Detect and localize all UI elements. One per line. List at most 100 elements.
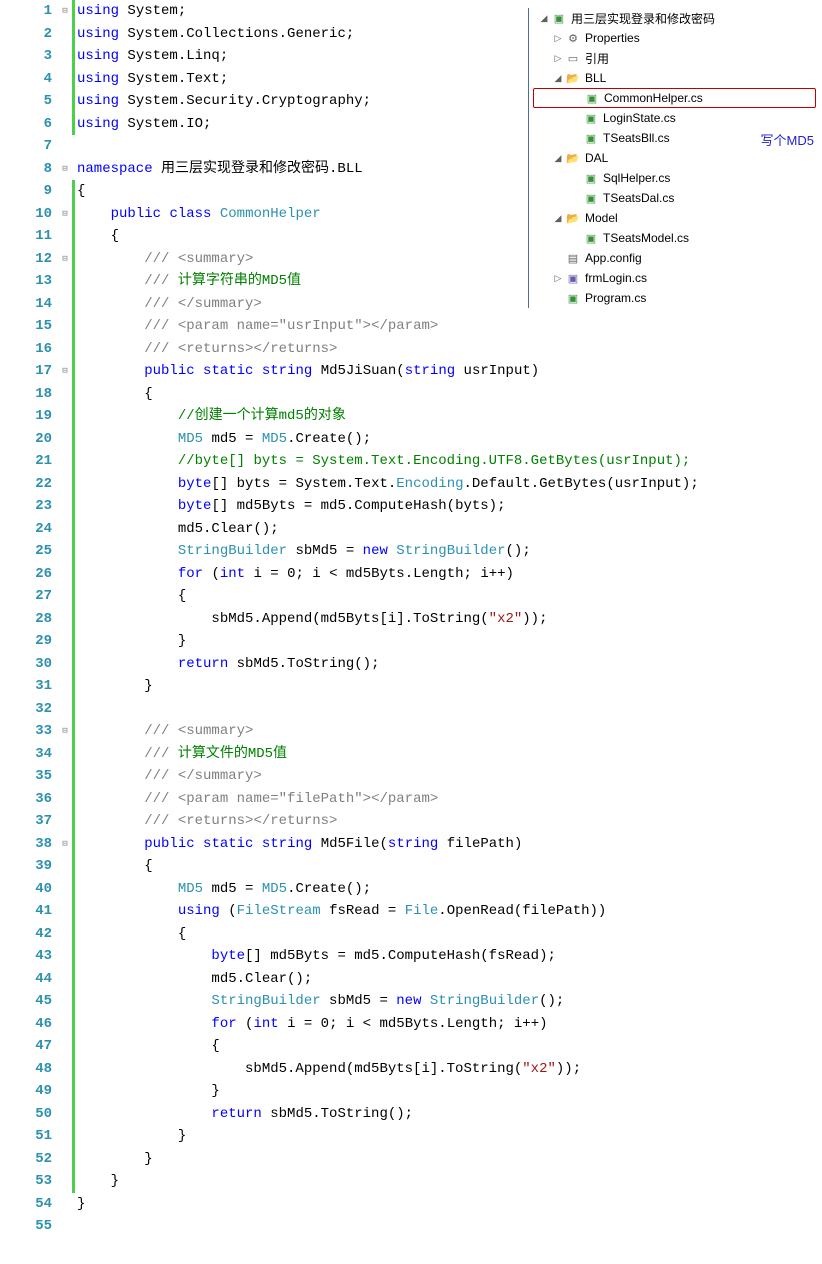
code-line[interactable]: 38⊟ public static string Md5File(string … [0, 833, 822, 856]
tree-folder-dal[interactable]: ◢ 📂 DAL [533, 148, 816, 168]
code-text[interactable]: using System.Text; [75, 68, 228, 91]
code-text[interactable]: StringBuilder sbMd5 = new StringBuilder(… [75, 540, 531, 563]
code-text[interactable]: for (int i = 0; i < md5Byts.Length; i++) [75, 1013, 548, 1036]
code-text[interactable]: public static string Md5File(string file… [75, 833, 522, 856]
code-text[interactable]: using System.Linq; [75, 45, 228, 68]
code-line[interactable]: 36 /// <param name="filePath"></param> [0, 788, 822, 811]
code-line[interactable]: 33⊟ /// <summary> [0, 720, 822, 743]
code-text[interactable]: } [75, 630, 186, 653]
code-text[interactable]: { [75, 855, 153, 878]
tree-file-commonhelper[interactable]: ▷ ▣ CommonHelper.cs [533, 88, 816, 108]
code-text[interactable]: using System.Collections.Generic; [75, 23, 354, 46]
chevron-down-icon[interactable]: ◢ [551, 153, 565, 164]
code-line[interactable]: 15 /// <param name="usrInput"></param> [0, 315, 822, 338]
code-text[interactable]: { [75, 1035, 220, 1058]
code-line[interactable]: 31 } [0, 675, 822, 698]
chevron-right-icon[interactable]: ▷ [551, 273, 565, 284]
code-text[interactable]: for (int i = 0; i < md5Byts.Length; i++) [75, 563, 514, 586]
code-line[interactable]: 26 for (int i = 0; i < md5Byts.Length; i… [0, 563, 822, 586]
tree-folder-bll[interactable]: ◢ 📂 BLL [533, 68, 816, 88]
code-text[interactable]: /// <returns></returns> [75, 338, 337, 361]
tree-file-program[interactable]: ▷ ▣ Program.cs [533, 288, 816, 308]
code-line[interactable]: 17⊟ public static string Md5JiSuan(strin… [0, 360, 822, 383]
fold-gutter[interactable]: ⊟ [58, 203, 72, 226]
tree-file-appconfig[interactable]: ▷ ▤ App.config [533, 248, 816, 268]
code-text[interactable]: byte[] md5Byts = md5.ComputeHash(fsRead)… [75, 945, 556, 968]
code-text[interactable]: } [75, 675, 153, 698]
fold-gutter[interactable]: ⊟ [58, 833, 72, 856]
chevron-down-icon[interactable]: ◢ [551, 213, 565, 224]
code-line[interactable]: 42 { [0, 923, 822, 946]
tree-file-sqlhelper[interactable]: ▷ ▣ SqlHelper.cs [533, 168, 816, 188]
code-line[interactable]: 32 [0, 698, 822, 721]
chevron-down-icon[interactable]: ◢ [537, 13, 551, 24]
code-text[interactable]: StringBuilder sbMd5 = new StringBuilder(… [75, 990, 564, 1013]
code-line[interactable]: 54} [0, 1193, 822, 1216]
code-text[interactable]: } [75, 1148, 153, 1171]
code-line[interactable]: 51 } [0, 1125, 822, 1148]
code-line[interactable]: 34 /// 计算文件的MD5值 [0, 743, 822, 766]
code-line[interactable]: 49 } [0, 1080, 822, 1103]
code-text[interactable]: //byte[] byts = System.Text.Encoding.UTF… [75, 450, 690, 473]
code-text[interactable]: using (FileStream fsRead = File.OpenRead… [75, 900, 606, 923]
code-text[interactable]: byte[] byts = System.Text.Encoding.Defau… [75, 473, 699, 496]
fold-gutter[interactable]: ⊟ [58, 0, 72, 23]
code-text[interactable]: return sbMd5.ToString(); [75, 653, 379, 676]
code-text[interactable]: /// </summary> [75, 293, 262, 316]
code-line[interactable]: 16 /// <returns></returns> [0, 338, 822, 361]
code-line[interactable]: 39 { [0, 855, 822, 878]
tree-file-tseatsmodel[interactable]: ▷ ▣ TSeatsModel.cs [533, 228, 816, 248]
code-text[interactable]: /// 计算文件的MD5值 [75, 743, 287, 766]
code-text[interactable]: namespace 用三层实现登录和修改密码.BLL [75, 158, 363, 181]
code-text[interactable]: public class CommonHelper [75, 203, 321, 226]
code-text[interactable]: /// <param name="usrInput"></param> [75, 315, 438, 338]
code-text[interactable]: /// </summary> [75, 765, 262, 788]
code-line[interactable]: 35 /// </summary> [0, 765, 822, 788]
code-line[interactable]: 45 StringBuilder sbMd5 = new StringBuild… [0, 990, 822, 1013]
code-text[interactable]: byte[] md5Byts = md5.ComputeHash(byts); [75, 495, 506, 518]
code-line[interactable]: 44 md5.Clear(); [0, 968, 822, 991]
code-text[interactable]: //创建一个计算md5的对象 [75, 405, 346, 428]
code-text[interactable]: using System.Security.Cryptography; [75, 90, 371, 113]
code-line[interactable]: 27 { [0, 585, 822, 608]
code-line[interactable]: 24 md5.Clear(); [0, 518, 822, 541]
tree-folder-model[interactable]: ◢ 📂 Model [533, 208, 816, 228]
code-text[interactable]: } [75, 1080, 220, 1103]
code-line[interactable]: 20 MD5 md5 = MD5.Create(); [0, 428, 822, 451]
fold-gutter[interactable]: ⊟ [58, 720, 72, 743]
code-line[interactable]: 23 byte[] md5Byts = md5.ComputeHash(byts… [0, 495, 822, 518]
code-line[interactable]: 28 sbMd5.Append(md5Byts[i].ToString("x2"… [0, 608, 822, 631]
code-text[interactable]: { [75, 383, 153, 406]
code-text[interactable]: MD5 md5 = MD5.Create(); [75, 428, 371, 451]
tree-project[interactable]: ◢ ▣ 用三层实现登录和修改密码 [533, 8, 816, 28]
tree-properties[interactable]: ▷ ⚙ Properties [533, 28, 816, 48]
code-text[interactable]: sbMd5.Append(md5Byts[i].ToString("x2")); [75, 1058, 581, 1081]
code-text[interactable]: public static string Md5JiSuan(string us… [75, 360, 539, 383]
code-line[interactable]: 50 return sbMd5.ToString(); [0, 1103, 822, 1126]
code-line[interactable]: 21 //byte[] byts = System.Text.Encoding.… [0, 450, 822, 473]
code-text[interactable]: } [75, 1125, 186, 1148]
code-text[interactable]: MD5 md5 = MD5.Create(); [75, 878, 371, 901]
code-text[interactable]: sbMd5.Append(md5Byts[i].ToString("x2")); [75, 608, 548, 631]
code-text[interactable]: md5.Clear(); [75, 968, 312, 991]
code-line[interactable]: 25 StringBuilder sbMd5 = new StringBuild… [0, 540, 822, 563]
chevron-right-icon[interactable]: ▷ [551, 53, 565, 64]
code-text[interactable]: } [75, 1193, 85, 1216]
code-line[interactable]: 22 byte[] byts = System.Text.Encoding.De… [0, 473, 822, 496]
code-line[interactable]: 18 { [0, 383, 822, 406]
chevron-down-icon[interactable]: ◢ [551, 73, 565, 84]
tree-file-loginstate[interactable]: ▷ ▣ LoginState.cs [533, 108, 816, 128]
code-line[interactable]: 55 [0, 1215, 822, 1238]
code-line[interactable]: 46 for (int i = 0; i < md5Byts.Length; i… [0, 1013, 822, 1036]
code-text[interactable]: /// <param name="filePath"></param> [75, 788, 438, 811]
tree-file-tseatsdal[interactable]: ▷ ▣ TSeatsDal.cs [533, 188, 816, 208]
code-text[interactable]: { [75, 585, 186, 608]
tree-references[interactable]: ▷ ▭ 引用 [533, 48, 816, 68]
code-text[interactable]: using System; [75, 0, 186, 23]
code-text[interactable]: /// <summary> [75, 720, 253, 743]
code-line[interactable]: 48 sbMd5.Append(md5Byts[i].ToString("x2"… [0, 1058, 822, 1081]
code-text[interactable]: { [75, 225, 119, 248]
code-line[interactable]: 40 MD5 md5 = MD5.Create(); [0, 878, 822, 901]
fold-gutter[interactable]: ⊟ [58, 248, 72, 271]
chevron-right-icon[interactable]: ▷ [551, 33, 565, 44]
